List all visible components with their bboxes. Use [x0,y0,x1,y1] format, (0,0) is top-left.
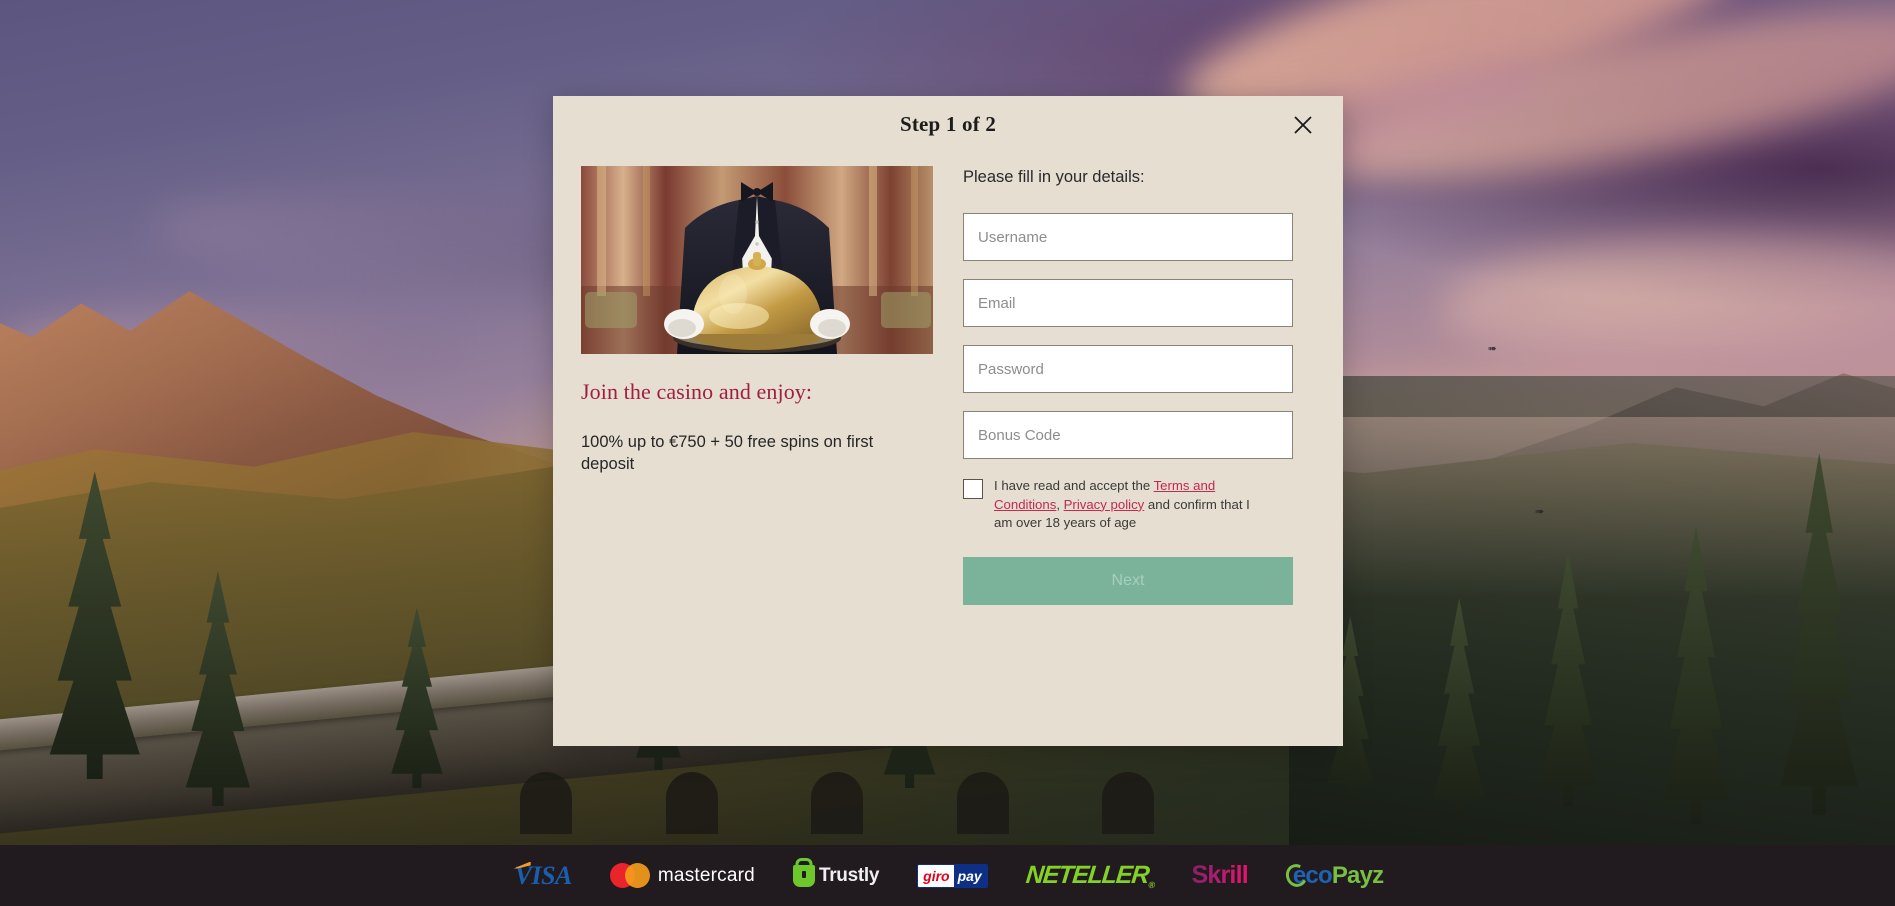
promo-column: Join the casino and enjoy: 100% up to €7… [581,166,933,605]
giropay-logo-text-a: giro [918,864,954,887]
viaduct-arch [811,771,864,834]
neteller-registered-mark: ® [1147,880,1155,890]
terms-checkbox[interactable] [963,479,983,499]
ecopayz-logo: ecoPayz [1286,861,1384,890]
promo-image [581,166,933,354]
payment-logo-skrill: Skrill [1191,861,1249,891]
ecopayz-logo-text-b: Payz [1331,861,1384,889]
payment-methods-bar: VISA mastercard Trustly giro pay NETELLE… [0,845,1895,906]
terms-acceptance-row: I have read and accept the Terms and Con… [963,477,1293,533]
bird-icon: ➠ [1487,343,1497,356]
terms-text-part1: I have read and accept the [994,478,1154,493]
registration-form: Please fill in your details: I have read… [963,166,1293,606]
mastercard-logo-text: mastercard [657,864,755,886]
forest-mist [1288,416,1895,598]
mastercard-circles-icon [609,863,650,888]
trustly-logo-text: Trustly [818,864,880,886]
privacy-policy-link[interactable]: Privacy policy [1064,497,1145,512]
email-input[interactable] [963,279,1293,327]
modal-body: Join the casino and enjoy: 100% up to €7… [553,152,1343,606]
page-title: Step 1 of 2 [899,111,997,136]
viaduct-arch [519,771,572,834]
neteller-logo-text: NETELLER® [1024,861,1155,890]
giropay-logo-text-b: pay [953,864,987,887]
username-input[interactable] [963,213,1293,261]
payment-logo-mastercard: mastercard [609,861,755,891]
promo-heading: Join the casino and enjoy: [581,379,813,404]
password-input[interactable] [963,345,1293,393]
visa-logo-text: VISA [512,861,573,891]
trustly-cart-lock-icon [792,864,815,887]
payment-logo-giropay: giro pay [917,861,988,891]
modal-header: Step 1 of 2 [553,96,1343,152]
giropay-badge: giro pay [917,863,988,888]
viaduct-arch [665,771,718,834]
payment-logo-trustly: Trustly [792,861,880,891]
bird-icon: ➠ [1534,506,1545,519]
viaduct-arch [1102,771,1155,834]
next-button[interactable]: Next [963,557,1293,606]
skrill-logo-text: Skrill [1191,861,1249,889]
terms-text: I have read and accept the Terms and Con… [994,477,1262,533]
payment-logo-visa: VISA [512,861,573,891]
payment-logo-neteller: NETELLER® [1024,861,1155,891]
bonus-code-input[interactable] [963,411,1293,459]
terms-separator: , [1056,496,1064,512]
ecopayz-logo-text-a: eco [1292,861,1333,889]
promo-subtext: 100% up to €750 + 50 free spins on first… [581,433,874,474]
close-x-icon [1294,116,1312,134]
close-button[interactable] [1288,110,1318,140]
viaduct-arch [956,771,1009,834]
registration-modal: Step 1 of 2 Join the casino and enjoy: 1… [553,96,1343,746]
butler-illustration [581,166,933,354]
payment-logo-ecopayz: ecoPayz [1286,861,1384,891]
form-intro-label: Please fill in your details: [963,168,1145,186]
